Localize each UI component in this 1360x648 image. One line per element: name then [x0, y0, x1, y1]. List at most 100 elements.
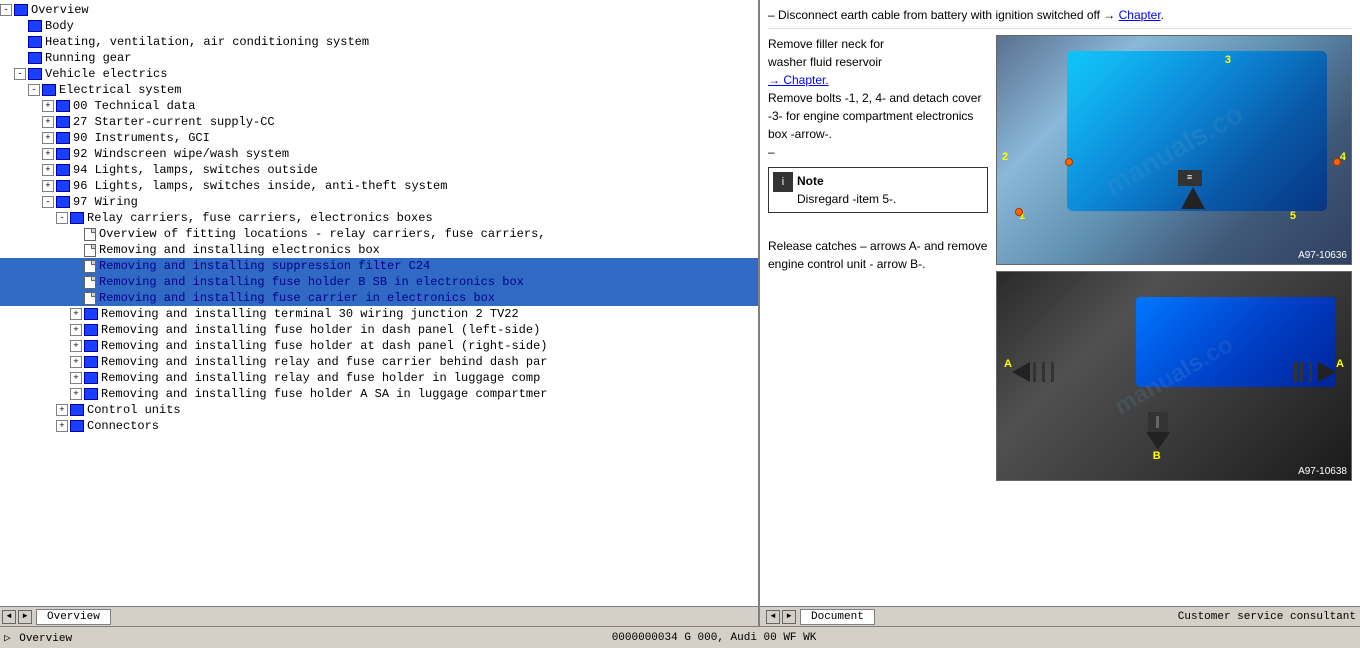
expand-removing-relay-fuse-luggage[interactable]: + [70, 372, 82, 384]
tree-label-removing-fuse-sb: Removing and installing fuse holder B SB… [99, 275, 524, 289]
tree-item-27-starter[interactable]: +27 Starter-current supply-CC [0, 114, 758, 130]
doc-icon-overview-fitting [84, 228, 96, 241]
expand-connectors[interactable]: + [56, 420, 68, 432]
book-icon-overview [14, 4, 28, 16]
tree-label-removing-fuse-dash-right: Removing and installing fuse holder at d… [101, 339, 547, 353]
tree-label-relay-carriers: Relay carriers, fuse carriers, electroni… [87, 211, 433, 225]
dash-text: – [768, 143, 988, 161]
note-icon: i [773, 172, 793, 192]
tree-label-connectors: Connectors [87, 419, 159, 433]
status-left: ▷ Overview [4, 631, 72, 645]
tree-item-removing-relay-fuse-dash[interactable]: +Removing and installing relay and fuse … [0, 354, 758, 370]
doc-icon-removing-suppression [84, 260, 96, 273]
nav-left-arrow[interactable]: ◄ [2, 610, 16, 624]
nav-right-arrow[interactable]: ► [18, 610, 32, 624]
expand-removing-fuse-holder-sa[interactable]: + [70, 388, 82, 400]
tree-item-control-units[interactable]: + Control units [0, 402, 758, 418]
tree-item-removing-fuse-holder-sa[interactable]: + Removing and installing fuse holder A S… [0, 386, 758, 402]
circle-4 [1333, 158, 1341, 166]
expand-removing-fuse-dash-left[interactable]: + [70, 324, 82, 336]
note-content: Note Disregard -item 5-. [797, 172, 896, 208]
tree-label-removing-fuse-dash-left: Removing and installing fuse holder in d… [101, 323, 540, 337]
label-3: 3 [1225, 54, 1231, 66]
label-a-left: A [1004, 358, 1012, 370]
expand-90-instruments[interactable]: + [42, 132, 54, 144]
expand-00-tech[interactable]: + [42, 100, 54, 112]
overview-tab[interactable]: Overview [36, 609, 111, 625]
expand-97-wiring[interactable]: - [42, 196, 54, 208]
tree-item-removing-fuse-dash-right[interactable]: + Removing and installing fuse holder at … [0, 338, 758, 354]
img-ref-1: A97-10636 [1298, 250, 1347, 261]
tree-item-vehicle-electrics[interactable]: -Vehicle electrics [0, 66, 758, 82]
tree-item-hvac[interactable]: Heating, ventilation, air conditioning s… [0, 34, 758, 50]
expand-overview[interactable]: - [0, 4, 12, 16]
book-icon-92-windscreen [56, 148, 70, 160]
expand-27-starter[interactable]: + [42, 116, 54, 128]
expand-92-windscreen[interactable]: + [42, 148, 54, 160]
book-icon-removing-fuse-dash-left [84, 324, 98, 336]
expand-removing-relay-fuse-dash[interactable]: + [70, 356, 82, 368]
tree-item-connectors[interactable]: + Connectors [0, 418, 758, 434]
expand-removing-terminal30[interactable]: + [70, 308, 82, 320]
book-icon-removing-terminal30 [84, 308, 98, 320]
tree-item-94-lights[interactable]: +94 Lights, lamps, switches outside [0, 162, 758, 178]
tree-label-removing-fuse-holder-sa: Removing and installing fuse holder A SA… [101, 387, 547, 401]
right-bottom-left: ◄ ► Document [764, 608, 875, 626]
note-box: i Note Disregard -item 5-. [768, 167, 988, 213]
tree-item-removing-fuse-sb[interactable]: Removing and installing fuse holder B SB… [0, 274, 758, 290]
tree-label-control-units: Control units [87, 403, 181, 417]
tree-item-00-tech[interactable]: +00 Technical data [0, 98, 758, 114]
tree-item-body[interactable]: Body [0, 18, 758, 34]
disconnect-text: – Disconnect earth cable from battery wi… [768, 8, 1100, 22]
expand-relay-carriers[interactable]: - [56, 212, 68, 224]
book-icon-97-wiring [56, 196, 70, 208]
expand-control-units[interactable]: + [56, 404, 68, 416]
expand-removing-fuse-dash-right[interactable]: + [70, 340, 82, 352]
tree-item-90-instruments[interactable]: +90 Instruments, GCI [0, 130, 758, 146]
expand-vehicle-electrics[interactable]: - [14, 68, 26, 80]
book-icon-27-starter [56, 116, 70, 128]
chapter-link[interactable]: Chapter [1119, 8, 1161, 22]
tree-item-removing-relay-fuse-luggage[interactable]: +Removing and installing relay and fuse … [0, 370, 758, 386]
right-bottom-bar: ◄ ► Document Customer service consultant [760, 607, 1360, 626]
expand-electrical-system[interactable]: - [28, 84, 40, 96]
tree-item-electrical-system[interactable]: -Electrical system [0, 82, 758, 98]
tree-label-00-tech: 00 Technical data [73, 99, 195, 113]
tree-label-body: Body [45, 19, 74, 33]
label-2: 2 [1002, 151, 1008, 163]
nav-arrows-right[interactable]: ◄ ► [764, 608, 798, 626]
tree-item-92-windscreen[interactable]: +92 Windscreen wipe/wash system [0, 146, 758, 162]
tree-item-97-wiring[interactable]: -97 Wiring [0, 194, 758, 210]
tree-item-96-lights[interactable]: +96 Lights, lamps, switches inside, anti… [0, 178, 758, 194]
tree-view[interactable]: -OverviewBodyHeating, ventilation, air c… [0, 0, 758, 606]
right-panel: – Disconnect earth cable from battery wi… [760, 0, 1360, 606]
tree-item-removing-suppression[interactable]: Removing and installing suppression filt… [0, 258, 758, 274]
tree-item-overview-fitting[interactable]: Overview of fitting locations - relay ca… [0, 226, 758, 242]
instruction-release: Release catches – arrows A- and remove e… [768, 237, 988, 273]
expand-94-lights[interactable]: + [42, 164, 54, 176]
top-instruction: – Disconnect earth cable from battery wi… [768, 8, 1352, 29]
label-5: 5 [1290, 210, 1296, 222]
tree-item-overview[interactable]: -Overview [0, 2, 758, 18]
nav-right-arrow-r[interactable]: ► [782, 610, 796, 624]
tree-item-removing-terminal30[interactable]: + Removing and installing terminal 30 wir… [0, 306, 758, 322]
book-icon-removing-relay-fuse-luggage [84, 372, 98, 384]
tree-item-running-gear[interactable]: Running gear [0, 50, 758, 66]
nav-left-arrow-r[interactable]: ◄ [766, 610, 780, 624]
book-icon-96-lights [56, 180, 70, 192]
left-panel: -OverviewBodyHeating, ventilation, air c… [0, 0, 760, 606]
tree-item-removing-fuse-carrier[interactable]: Removing and installing fuse carrier in … [0, 290, 758, 306]
tree-item-relay-carriers[interactable]: - Relay carriers, fuse carriers, electron… [0, 210, 758, 226]
document-tab[interactable]: Document [800, 609, 875, 625]
chapter-arrow: → [1103, 8, 1118, 22]
tree-item-removing-fuse-dash-left[interactable]: + Removing and installing fuse holder in … [0, 322, 758, 338]
text-column: Remove filler neck forwasher fluid reser… [768, 35, 988, 481]
tree-item-removing-electronics-box[interactable]: Removing and installing electronics box [0, 242, 758, 258]
expand-96-lights[interactable]: + [42, 180, 54, 192]
nav-arrows-left[interactable]: ◄ ► [0, 608, 34, 626]
tree-label-removing-terminal30: Removing and installing terminal 30 wiri… [101, 307, 519, 321]
book-icon-00-tech [56, 100, 70, 112]
left-bottom-bar: ◄ ► Overview [0, 607, 760, 626]
overview-label: Overview [19, 633, 72, 645]
status-bar: ▷ Overview 0000000034 G 000, Audi 00 WF … [0, 626, 1360, 648]
